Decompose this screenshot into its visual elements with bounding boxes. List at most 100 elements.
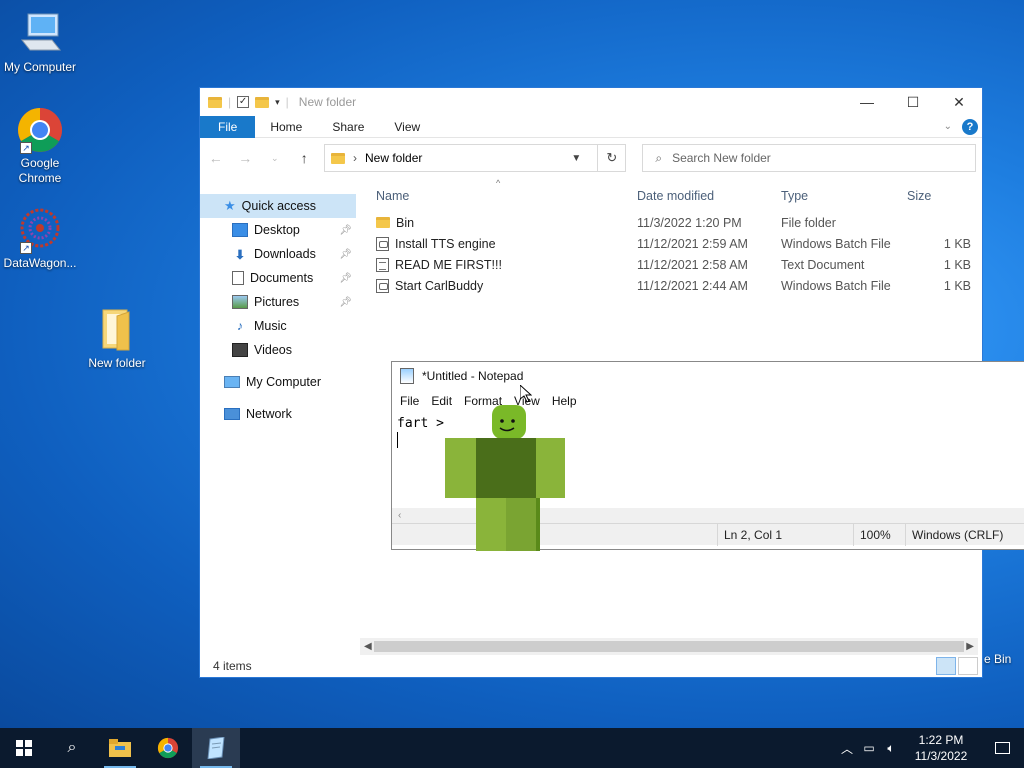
breadcrumb-current[interactable]: New folder — [365, 151, 422, 165]
text-caret — [397, 432, 398, 448]
network-icon — [224, 408, 240, 420]
show-hidden-icons-chevron-up-icon[interactable]: ︿ — [836, 740, 858, 757]
file-list: Name Date modified Type Size ^ Bin 11/3/… — [376, 178, 982, 296]
file-row[interactable]: Bin 11/3/2022 1:20 PM File folder — [376, 212, 982, 233]
folder-icon — [208, 96, 222, 108]
taskbar-notepad[interactable] — [192, 728, 240, 768]
notepad-titlebar[interactable]: *Untitled - Notepad — [392, 362, 1024, 390]
help-icon[interactable]: ? — [962, 118, 978, 135]
ribbon-tabs: File Home Share View ⌄ ? — [200, 115, 982, 138]
avatar-left-leg — [476, 498, 506, 551]
notepad-icon — [400, 368, 414, 384]
nav-documents[interactable]: Documents 📌︎ — [200, 266, 356, 290]
folder-icon — [331, 152, 345, 164]
desktop-icon-google-chrome[interactable]: ↗ Google Chrome — [0, 106, 80, 186]
nav-downloads[interactable]: ⬇ Downloads 📌︎ — [200, 242, 356, 266]
folder-icon — [93, 306, 141, 354]
breadcrumb-chevron-icon[interactable]: › — [353, 151, 357, 165]
maximize-button[interactable]: ☐ — [890, 88, 936, 116]
desktop-icon-label: DataWagon... — [3, 256, 77, 270]
notification-icon — [994, 742, 1010, 754]
search-button[interactable]: ⌕ — [48, 728, 96, 768]
sort-arrow-icon: ^ — [496, 178, 501, 188]
refresh-icon[interactable]: ↻ — [597, 145, 625, 171]
item-count: 4 items — [213, 659, 252, 673]
file-row[interactable]: Start CarlBuddy 11/12/2021 2:44 AM Windo… — [376, 275, 982, 296]
chevron-down-icon[interactable]: ▼ — [563, 153, 589, 164]
pin-icon[interactable]: 📌︎ — [339, 273, 352, 284]
chrome-icon: ↗ — [16, 106, 64, 154]
recycle-bin-label[interactable]: e Bin — [984, 652, 1011, 666]
pin-icon[interactable]: 📌︎ — [339, 225, 352, 236]
action-center-button[interactable] — [980, 728, 1024, 768]
expand-ribbon-icon[interactable]: ⌄ — [944, 121, 952, 132]
pin-icon[interactable]: 📌︎ — [339, 297, 352, 308]
search-input[interactable]: ⌕ Search New folder — [642, 144, 977, 172]
volume-icon[interactable]: 🔈︎ — [880, 741, 902, 756]
scroll-right-icon[interactable]: ▶ — [966, 641, 974, 652]
column-date-modified[interactable]: Date modified — [637, 184, 781, 208]
column-type[interactable]: Type — [781, 184, 899, 208]
scrollbar-thumb[interactable] — [374, 641, 964, 652]
notepad-icon — [207, 737, 225, 759]
nav-network[interactable]: Network — [200, 402, 356, 426]
search-icon: ⌕ — [655, 150, 663, 165]
cursor-position: Ln 2, Col 1 — [717, 523, 853, 546]
window-title: New folder — [298, 95, 357, 109]
file-row[interactable]: READ ME FIRST!!! 11/12/2021 2:58 AM Text… — [376, 254, 982, 275]
taskbar-file-explorer[interactable] — [96, 728, 144, 768]
tab-view[interactable]: View — [379, 116, 435, 138]
explorer-titlebar[interactable]: | ✓ ▾ | New folder — ☐ ✕ — [200, 88, 982, 116]
tab-file[interactable]: File — [200, 115, 256, 138]
large-icons-view-icon[interactable] — [958, 657, 978, 675]
desktop-icon-label: My Computer — [3, 60, 77, 74]
up-arrow-icon[interactable]: ↑ — [295, 150, 315, 166]
desktop-icon-datawagon[interactable]: ↗ DataWagon... — [0, 206, 80, 271]
taskbar: ⌕ ︿ ▭ 🔈︎ 1:22 PM 11/3/2022 — [0, 728, 1024, 768]
buddy-avatar[interactable] — [445, 405, 567, 553]
recent-locations-icon[interactable]: ⌄ — [265, 153, 285, 164]
menu-file[interactable]: File — [394, 394, 425, 408]
nav-videos[interactable]: Videos — [200, 338, 356, 362]
properties-icon[interactable]: ✓ — [237, 96, 250, 108]
back-arrow-icon[interactable]: ← — [206, 150, 226, 166]
nav-music[interactable]: ♪ Music — [200, 314, 356, 338]
customize-qat-icon[interactable]: ▾ — [275, 97, 280, 108]
forward-arrow-icon[interactable]: → — [236, 150, 256, 166]
batch-file-icon — [376, 236, 389, 251]
network-icon[interactable]: ▭ — [858, 741, 880, 755]
tab-home[interactable]: Home — [255, 116, 317, 138]
line-ending: Windows (CRLF) — [905, 523, 1024, 546]
start-button[interactable] — [0, 728, 48, 768]
desktop-icon-my-computer[interactable]: My Computer — [0, 10, 80, 75]
details-view-icon[interactable] — [936, 657, 956, 675]
new-folder-icon[interactable] — [255, 96, 270, 108]
address-field[interactable]: › New folder ▼ ↻ — [324, 144, 627, 172]
scroll-left-icon[interactable]: ◀ — [364, 641, 372, 652]
search-icon: ⌕ — [67, 739, 77, 756]
avatar-right-arm — [536, 438, 565, 498]
close-button[interactable]: ✕ — [936, 88, 982, 116]
column-size[interactable]: Size — [899, 184, 971, 208]
horizontal-scrollbar[interactable]: ◀ ▶ — [360, 638, 978, 655]
clock-time: 1:22 PM — [918, 733, 964, 747]
nav-my-computer[interactable]: My Computer — [200, 370, 356, 394]
desktop-icon-new-folder[interactable]: New folder — [77, 306, 157, 371]
star-icon: ★ — [224, 198, 236, 213]
nav-pictures[interactable]: Pictures 📌︎ — [200, 290, 356, 314]
search-placeholder: Search New folder — [672, 151, 771, 165]
videos-icon — [232, 343, 248, 357]
computer-icon — [16, 10, 64, 58]
minimize-button[interactable]: — — [844, 88, 890, 116]
clock[interactable]: 1:22 PM 11/3/2022 — [902, 732, 980, 764]
column-name[interactable]: Name — [376, 184, 637, 208]
pin-icon[interactable]: 📌︎ — [339, 249, 352, 260]
nav-desktop[interactable]: Desktop 📌︎ — [200, 218, 356, 242]
file-row[interactable]: Install TTS engine 11/12/2021 2:59 AM Wi… — [376, 233, 982, 254]
taskbar-chrome[interactable] — [144, 728, 192, 768]
download-icon: ⬇ — [234, 247, 246, 262]
tab-share[interactable]: Share — [317, 116, 379, 138]
pictures-icon — [232, 295, 248, 309]
system-tray: ︿ ▭ 🔈︎ 1:22 PM 11/3/2022 — [836, 728, 1024, 768]
nav-quick-access[interactable]: ★ Quick access — [200, 194, 356, 218]
